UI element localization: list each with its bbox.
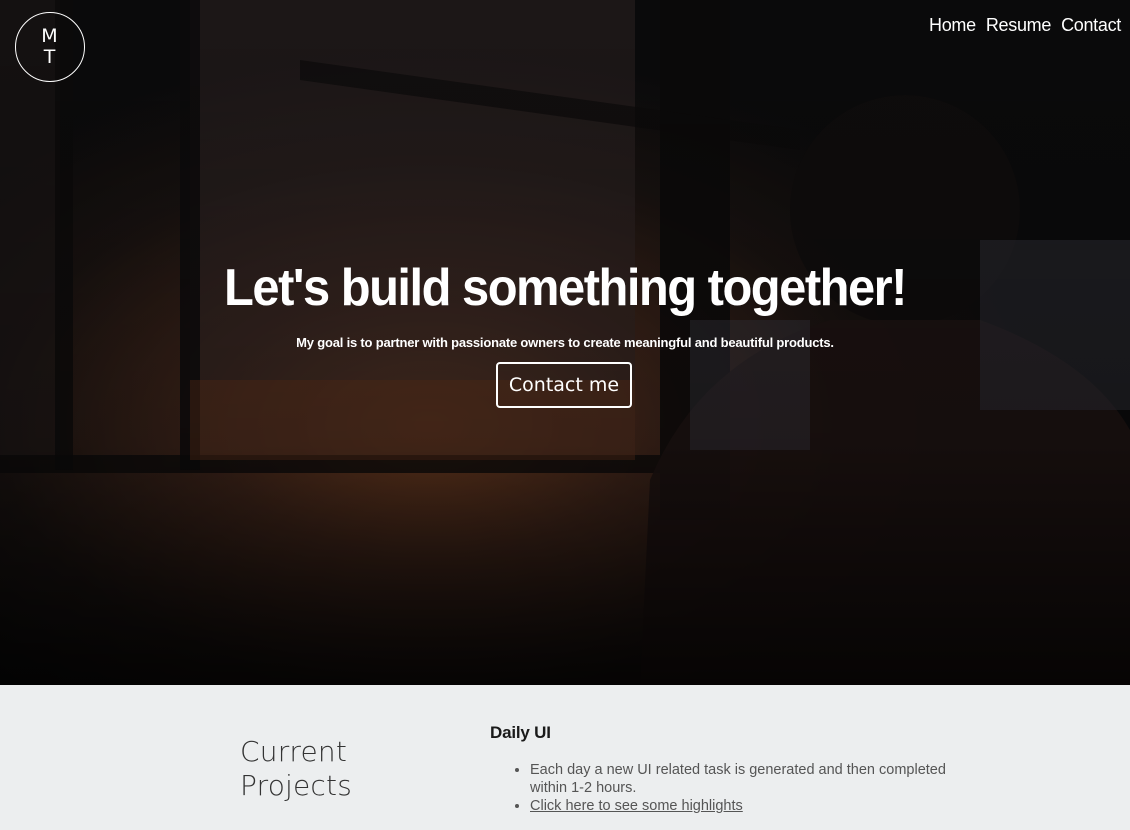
highlights-link[interactable]: Click here to see some highlights bbox=[530, 798, 743, 814]
projects-heading-line2: Projects bbox=[240, 769, 352, 802]
projects-heading-line1: Current bbox=[240, 735, 348, 768]
current-projects-section: Current Projects Daily UI Each day a new… bbox=[0, 685, 1130, 830]
logo-letter-t: T bbox=[43, 46, 57, 68]
nav-link-home[interactable]: Home bbox=[929, 15, 976, 36]
contact-me-button[interactable]: Contact me bbox=[496, 362, 632, 408]
list-item: Click here to see some highlights bbox=[530, 797, 960, 815]
list-item: Each day a new UI related task is genera… bbox=[530, 761, 960, 797]
nav-link-contact[interactable]: Contact bbox=[1061, 15, 1121, 36]
project-title: Daily UI bbox=[490, 723, 551, 742]
hero-section: M T Home Resume Contact Let's build some… bbox=[0, 0, 1130, 685]
project-description: Each day a new UI related task is genera… bbox=[530, 762, 946, 796]
hero-subtitle: My goal is to partner with passionate ow… bbox=[296, 335, 834, 350]
logo-letter-m: M bbox=[41, 25, 59, 47]
project-card: Daily UI Each day a new UI related task … bbox=[490, 723, 960, 815]
main-nav: Home Resume Contact bbox=[929, 15, 1121, 36]
hero-title: Let's build something together! bbox=[224, 259, 907, 317]
project-bullet-list: Each day a new UI related task is genera… bbox=[490, 761, 960, 815]
nav-link-resume[interactable]: Resume bbox=[986, 15, 1052, 36]
projects-heading: Current Projects bbox=[240, 735, 440, 803]
logo-badge[interactable]: M T bbox=[15, 12, 85, 82]
